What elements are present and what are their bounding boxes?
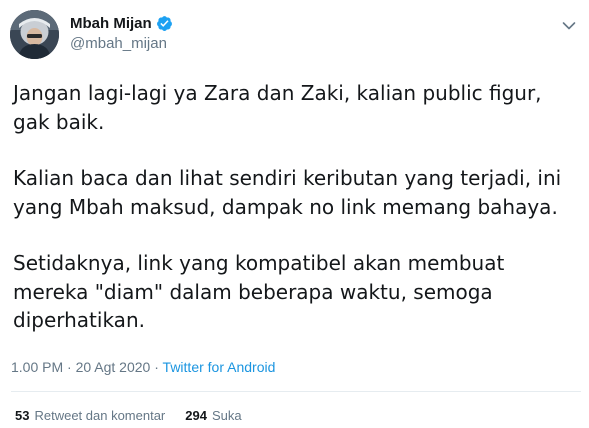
verified-badge-icon xyxy=(156,15,173,32)
likes-stat[interactable]: 294 Suka xyxy=(185,408,241,423)
meta-separator-2: · xyxy=(150,359,163,375)
author-name-row: Mbah Mijan xyxy=(70,13,173,33)
tweet-paragraph-2: Kalian baca dan lihat sendiri keributan … xyxy=(13,166,562,219)
tweet-text: Jangan lagi-lagi ya Zara dan Zaki, kalia… xyxy=(13,79,583,335)
avatar[interactable] xyxy=(10,10,59,59)
tweet-time[interactable]: 1.00 PM xyxy=(11,359,63,375)
tweet-source-link[interactable]: Twitter for Android xyxy=(163,359,276,375)
tweet-paragraph-1: Jangan lagi-lagi ya Zara dan Zaki, kalia… xyxy=(13,81,542,134)
retweets-label: Retweet dan komentar xyxy=(34,408,166,423)
likes-label: Suka xyxy=(211,408,242,423)
tweet-paragraph-3: Setidaknya, link yang kompatibel akan me… xyxy=(13,251,505,332)
tweet-stats: 53 Retweet dan komentar 294 Suka xyxy=(15,408,242,423)
avatar-photo xyxy=(10,10,59,59)
tweet-card: Mbah Mijan @mbah_mijan Jangan lagi-lagi … xyxy=(0,0,589,428)
likes-count: 294 xyxy=(185,408,207,423)
retweets-count: 53 xyxy=(15,408,30,423)
retweets-stat[interactable]: 53 Retweet dan komentar xyxy=(15,408,165,423)
tweet-metadata: 1.00 PM · 20 Agt 2020 · Twitter for Andr… xyxy=(11,359,275,375)
author-display-name[interactable]: Mbah Mijan xyxy=(70,15,152,32)
divider xyxy=(11,391,581,392)
tweet-date[interactable]: 20 Agt 2020 xyxy=(76,359,151,375)
meta-separator: · xyxy=(63,359,76,375)
chevron-down-icon[interactable] xyxy=(562,16,576,30)
author-handle[interactable]: @mbah_mijan xyxy=(70,35,167,52)
